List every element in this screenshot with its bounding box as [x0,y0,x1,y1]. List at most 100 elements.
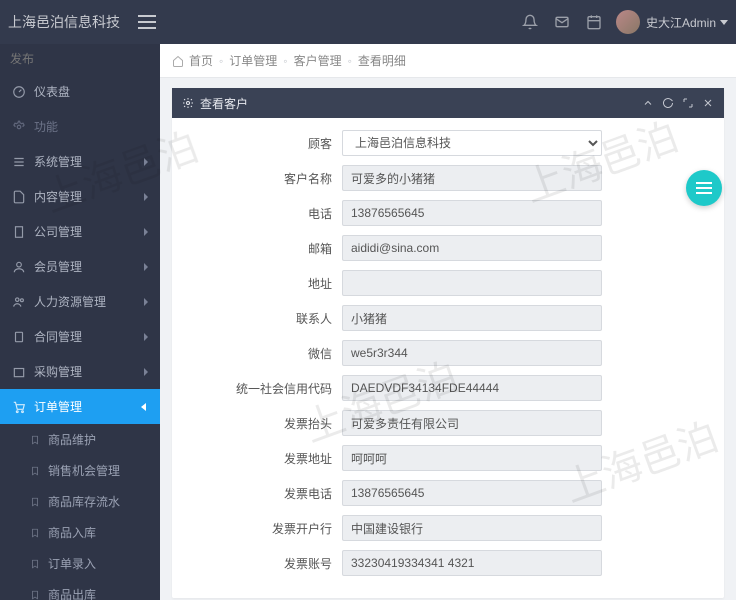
sidebar-item-function[interactable]: 功能 [0,109,160,144]
readonly-field: 13876565645 [342,480,602,506]
sidebar-item-order[interactable]: 订单管理 [0,389,160,424]
sidebar-subitem[interactable]: 商品库存流水 [0,486,160,517]
readonly-field: 13876565645 [342,200,602,226]
sidebar-item-label: 会员管理 [34,258,144,275]
field-label: 客户名称 [172,170,342,187]
field-label: 联系人 [172,310,342,327]
menu-toggle-icon[interactable] [138,15,156,29]
field-label: 发票开户行 [172,520,342,537]
panel-header: 查看客户 [172,88,724,118]
breadcrumb-l1[interactable]: 订单管理 [229,52,277,69]
sidebar-item-label: 内容管理 [34,188,144,205]
chevron-right-icon [144,298,148,306]
sidebar-item-system[interactable]: 系统管理 [0,144,160,179]
gear-icon [182,97,194,109]
file-icon [12,190,26,204]
sidebar-item-label: 订单管理 [34,398,141,415]
bookmark-icon [30,559,40,569]
sidebar-subitem-label: 商品入库 [48,524,96,541]
clipboard-icon [12,330,26,344]
sidebar-search[interactable] [0,44,160,74]
sidebar-item-label: 合同管理 [34,328,144,345]
field-label: 发票抬头 [172,415,342,432]
sidebar: 仪表盘 功能 系统管理 内容管理 公司管理 会员管理 人力资源管理 合同管理 采… [0,44,160,600]
chevron-right-icon [144,158,148,166]
chevron-right-icon [144,333,148,341]
breadcrumb-sep: ◦ [348,54,352,68]
breadcrumb-l3: 查看明细 [358,52,406,69]
field-label: 发票账号 [172,555,342,572]
home-icon[interactable] [172,55,184,67]
chevron-up-icon[interactable] [642,97,654,109]
sidebar-subitem[interactable]: 商品入库 [0,517,160,548]
field-label: 电话 [172,205,342,222]
readonly-field: DAEDVDF34134FDE44444 [342,375,602,401]
cart-icon [12,400,26,414]
sidebar-subitem-label: 订单录入 [48,555,96,572]
chevron-right-icon [144,193,148,201]
expand-icon[interactable] [682,97,694,109]
chevron-down-icon[interactable] [720,20,728,25]
sidebar-subitem-label: 商品库存流水 [48,493,120,510]
sidebar-item-content[interactable]: 内容管理 [0,179,160,214]
sidebar-item-member[interactable]: 会员管理 [0,249,160,284]
panel-title: 查看客户 [200,95,634,112]
readonly-field: aididi@sina.com [342,235,602,261]
readonly-field: 呵呵呵 [342,445,602,471]
sidebar-subitem-label: 商品出库 [48,586,96,600]
calendar-icon[interactable] [586,14,602,30]
sidebar-subitem[interactable]: 订单录入 [0,548,160,579]
breadcrumb-sep: ◦ [219,54,223,68]
gauge-icon [12,85,26,99]
sidebar-item-hr[interactable]: 人力资源管理 [0,284,160,319]
field-label: 统一社会信用代码 [172,380,342,397]
sidebar-item-label: 系统管理 [34,153,144,170]
field-label: 邮箱 [172,240,342,257]
tenant-select[interactable]: 上海邑泊信息科技 [342,130,602,156]
sidebar-subitem-label: 商品维护 [48,431,96,448]
sidebar-item-dashboard[interactable]: 仪表盘 [0,74,160,109]
field-label: 地址 [172,275,342,292]
bookmark-icon [30,590,40,600]
refresh-icon[interactable] [662,97,674,109]
sidebar-subitem-label: 销售机会管理 [48,462,120,479]
sidebar-item-label: 公司管理 [34,223,144,240]
field-label: 顾客 [172,135,342,152]
sidebar-item-purchase[interactable]: 采购管理 [0,354,160,389]
breadcrumb: 首页 ◦ 订单管理 ◦ 客户管理 ◦ 查看明细 [160,44,736,78]
sidebar-item-company[interactable]: 公司管理 [0,214,160,249]
building-icon [12,225,26,239]
bell-icon[interactable] [522,14,538,30]
sidebar-item-label: 仪表盘 [34,83,148,100]
search-input[interactable] [10,52,160,66]
sidebar-subitem[interactable]: 商品维护 [0,424,160,455]
chevron-left-icon [141,403,146,411]
readonly-field [342,270,602,296]
bookmark-icon [30,435,40,445]
field-label: 微信 [172,345,342,362]
breadcrumb-l2[interactable]: 客户管理 [294,52,342,69]
brand-title: 上海邑泊信息科技 [8,12,130,32]
sidebar-subitem[interactable]: 商品出库 [0,579,160,600]
main-content: 首页 ◦ 订单管理 ◦ 客户管理 ◦ 查看明细 查看客户 顾客上海邑泊信息科技 [160,44,736,600]
field-label: 发票电话 [172,485,342,502]
avatar[interactable] [616,10,640,34]
sidebar-subitem[interactable]: 销售机会管理 [0,455,160,486]
sidebar-item-contract[interactable]: 合同管理 [0,319,160,354]
user-icon [12,260,26,274]
bookmark-icon [30,497,40,507]
close-icon[interactable] [702,97,714,109]
fab-menu-button[interactable] [686,170,722,206]
detail-panel: 查看客户 顾客上海邑泊信息科技 客户名称可爱多的小猪猪电话13876565645… [172,88,724,598]
breadcrumb-home[interactable]: 首页 [189,52,213,69]
user-name[interactable]: 史大江Admin [646,14,716,31]
chevron-right-icon [144,228,148,236]
mail-icon[interactable] [554,14,570,30]
readonly-field: we5r3r344 [342,340,602,366]
bookmark-icon [30,466,40,476]
breadcrumb-sep: ◦ [283,54,287,68]
readonly-field: 小猪猪 [342,305,602,331]
top-header: 上海邑泊信息科技 史大江Admin [0,0,736,44]
users-icon [12,295,26,309]
sidebar-item-label: 采购管理 [34,363,144,380]
